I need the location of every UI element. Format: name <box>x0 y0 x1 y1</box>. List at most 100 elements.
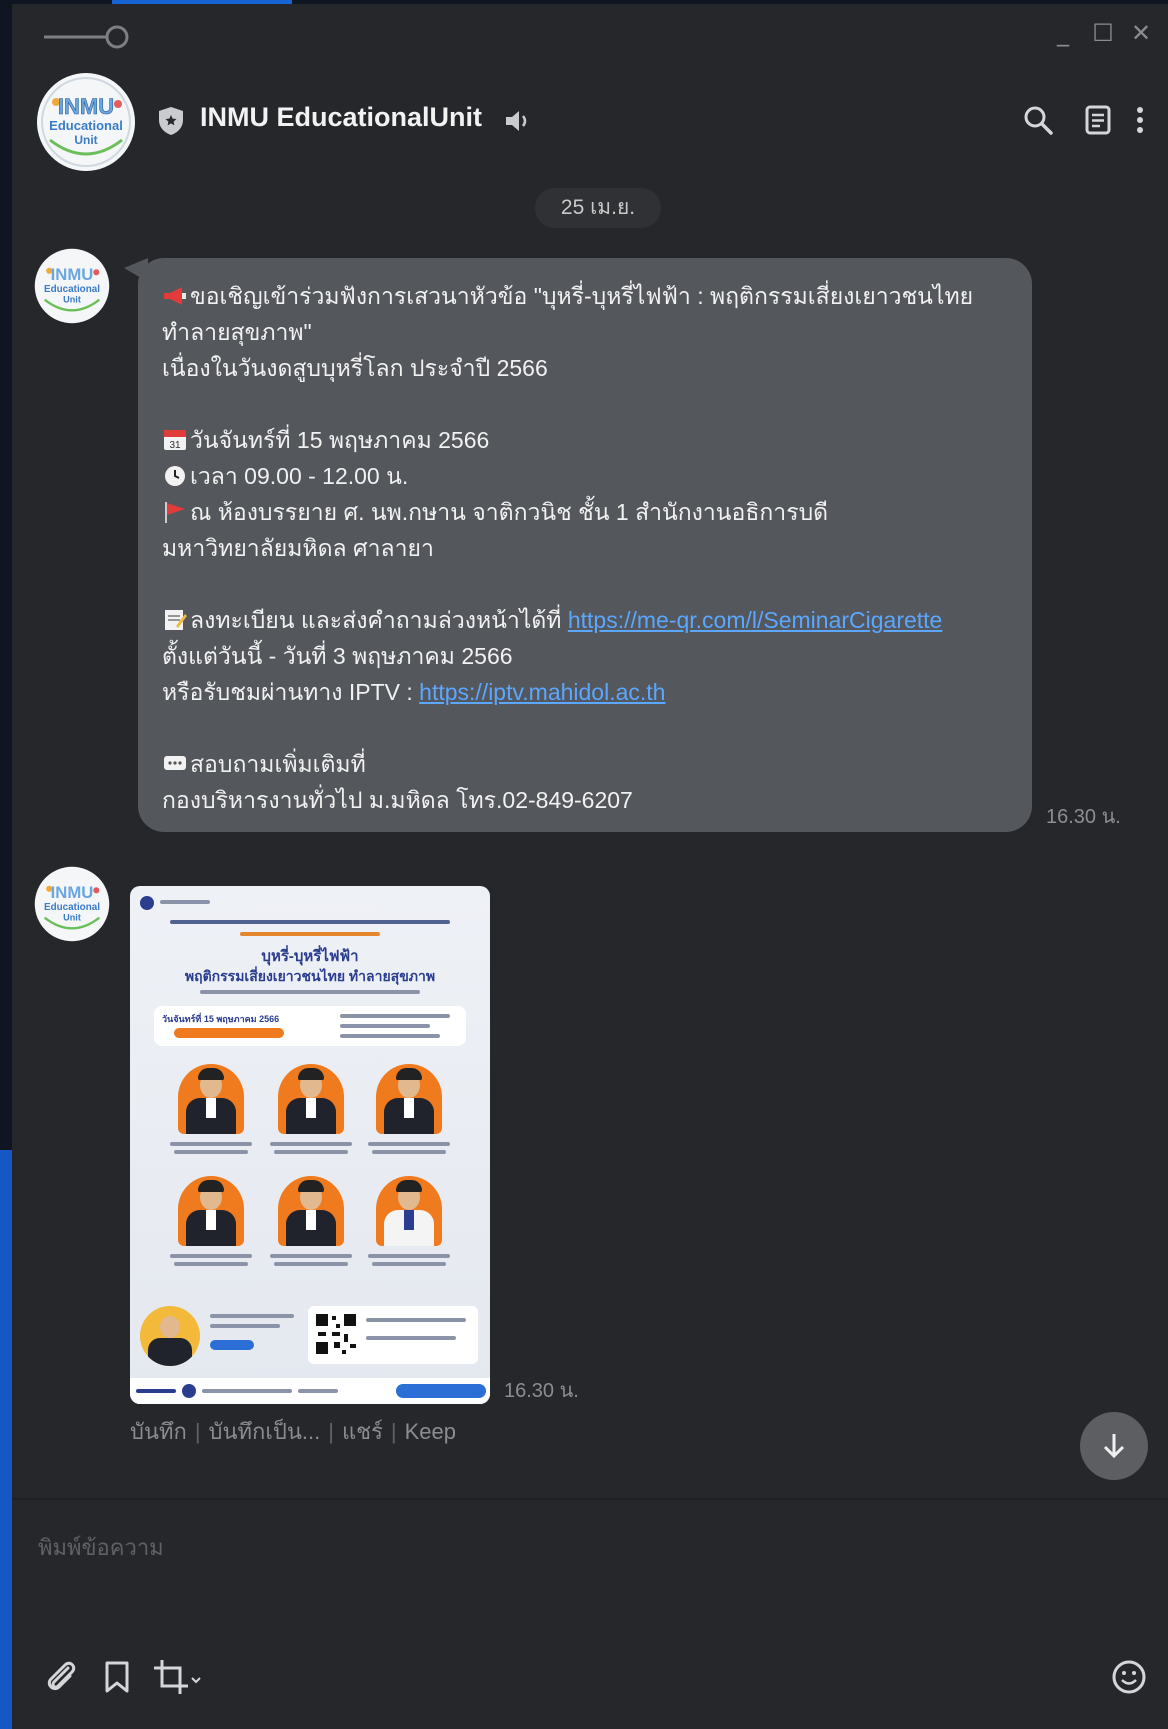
message-line: ทำลายสุขภาพ" <box>162 319 312 345</box>
poster-text-line <box>170 1142 252 1146</box>
scroll-to-bottom-button[interactable] <box>1080 1412 1148 1480</box>
poster-text-line <box>210 1314 294 1318</box>
message-line: สอบถามเพิ่มเติมที่ <box>162 746 1012 782</box>
save-as-action[interactable]: บันทึกเป็น... <box>209 1419 321 1444</box>
poster-text-line <box>202 1389 292 1393</box>
poster-text-line <box>372 1262 446 1266</box>
message-line: ขอเชิญเข้าร่วมฟังการเสวนาหัวข้อ "บุหรี่-… <box>162 278 1012 314</box>
university-logo <box>140 896 154 910</box>
minimize-button[interactable]: _ <box>1046 16 1080 50</box>
poster-text-line <box>170 1254 252 1258</box>
message-input[interactable]: พิมพ์ข้อความ <box>38 1530 164 1565</box>
iptv-link[interactable]: https://iptv.mahidol.ac.th <box>419 679 665 705</box>
poster-text-line <box>368 1254 450 1258</box>
registration-link[interactable]: https://me-qr.com/l/SeminarCigarette <box>568 607 943 633</box>
keep-action[interactable]: Keep <box>405 1419 456 1444</box>
poster-text-line <box>270 1142 352 1146</box>
speaker-photo <box>278 1064 344 1134</box>
save-action[interactable]: บันทึก <box>130 1419 187 1444</box>
close-button[interactable]: ✕ <box>1124 16 1158 50</box>
poster-text-line <box>174 1262 248 1266</box>
message-line: 31 วันจันทร์ที่ 15 พฤษภาคม 2566 <box>162 422 1012 458</box>
avatar-text-1: INMU <box>58 94 114 119</box>
group-avatar[interactable]: INMU Educational Unit <box>36 72 136 172</box>
avatar-text-2: Educational <box>49 118 123 133</box>
avatar-text-2: Educational <box>44 902 100 913</box>
message-line: ณ ห้องบรรยาย ศ. นพ.กษาน จาติกวนิช ชั้น 1… <box>162 494 1012 530</box>
message-line: หรือรับชมผ่านทาง IPTV : https://iptv.mah… <box>162 679 666 705</box>
poster-text-line <box>174 1150 248 1154</box>
screenshot-crop-icon[interactable] <box>152 1658 202 1696</box>
message-composer[interactable]: พิมพ์ข้อความ <box>12 1498 1168 1729</box>
image-actions: บันทึก | บันทึกเป็น... | แชร์ | Keep <box>130 1419 456 1444</box>
megaphone-icon <box>164 287 186 305</box>
chat-header: INMU Educational Unit INMU EducationalUn… <box>12 60 1168 190</box>
poster-text-line <box>298 1389 338 1393</box>
speaker-photo <box>376 1064 442 1134</box>
poster-footer-logo <box>182 1384 196 1398</box>
speaker-photo <box>278 1176 344 1246</box>
chat-title: INMU EducationalUnit <box>200 102 482 132</box>
poster-text-line <box>366 1336 456 1340</box>
pin-icon[interactable] <box>44 22 134 52</box>
clock-icon <box>165 466 185 486</box>
poster-date: วันจันทร์ที่ 15 พฤษภาคม 2566 <box>162 1014 280 1024</box>
attach-icon[interactable] <box>42 1658 80 1696</box>
search-icon[interactable] <box>1020 102 1056 138</box>
memo-icon <box>165 610 187 630</box>
poster-text-line <box>340 1024 430 1028</box>
poster-text-line <box>368 1142 450 1146</box>
poster-title-2: พฤติกรรมเสี่ยงเยาวชนไทย ทำลายสุขภาพ <box>184 968 436 984</box>
poster-text-line <box>240 932 380 936</box>
poster-text-line <box>372 1150 446 1154</box>
calendar-icon: 31 <box>164 430 186 451</box>
avatar-text-1: INMU <box>51 883 94 902</box>
message-line: ตั้งแต่วันนี้ - วันที่ 3 พฤษภาคม 2566 <box>162 643 513 669</box>
poster-image[interactable]: บุหรี่-บุหรี่ไฟฟ้า พฤติกรรมเสี่ยงเยาวชนไ… <box>130 886 490 1404</box>
message-time: 16.30 น. <box>1046 806 1121 828</box>
poster-time-pill <box>174 1028 284 1038</box>
notes-icon[interactable] <box>1080 102 1116 138</box>
poster-footer-badge <box>396 1384 486 1398</box>
more-menu-icon[interactable] <box>1130 102 1150 138</box>
message-time: 16.30 น. <box>504 1380 579 1402</box>
message-bubble[interactable]: ขอเชิญเข้าร่วมฟังการเสวนาหัวข้อ "บุหรี่-… <box>138 258 1032 832</box>
emoji-icon[interactable] <box>1110 1658 1148 1696</box>
sender-avatar[interactable]: INMU Educational Unit <box>34 248 110 324</box>
poster-text-line <box>274 1150 348 1154</box>
date-separator: 25 เม.ย. <box>535 188 661 228</box>
speaker-icon <box>506 111 527 131</box>
message-line: เนื่องในวันงดสูบบุหรี่โลก ประจำปี 2566 <box>162 355 548 381</box>
avatar-text-3: Unit <box>74 133 97 147</box>
poster-text-line <box>160 900 210 904</box>
flag-icon <box>165 502 185 523</box>
bookmark-icon[interactable] <box>98 1658 136 1696</box>
poster-text-line <box>340 1034 440 1038</box>
poster-date-box: วันจันทร์ที่ 15 พฤษภาคม 2566 <box>154 1006 466 1046</box>
avatar-text-2: Educational <box>44 284 100 295</box>
poster-text-line <box>136 1389 176 1393</box>
qr-code-icon <box>314 1312 358 1356</box>
sender-avatar[interactable]: INMU Educational Unit <box>34 866 110 942</box>
message-line: กองบริหารงานทั่วไป ม.มหิดล โทร.02-849-62… <box>162 787 633 813</box>
poster-text-line <box>270 1254 352 1258</box>
avatar-text-1: INMU <box>51 265 94 284</box>
poster-text-line <box>170 920 450 924</box>
avatar-text-3: Unit <box>63 913 81 923</box>
title-bar: _ ☐ ✕ <box>12 4 1168 60</box>
chat-window: _ ☐ ✕ INMU Educational Unit INMU Educati… <box>12 4 1168 1729</box>
svg-text:31: 31 <box>169 440 181 451</box>
speaker-photo <box>178 1064 244 1134</box>
avatar-text-3: Unit <box>63 295 81 305</box>
poster-text-line <box>366 1318 466 1322</box>
share-action[interactable]: แชร์ <box>342 1419 383 1444</box>
poster-text-line <box>200 990 420 994</box>
poster-title-1: บุหรี่-บุหรี่ไฟฟ้า <box>261 948 359 965</box>
poster-qr-box <box>308 1306 478 1364</box>
speech-bubble-icon <box>164 756 186 770</box>
maximize-button[interactable]: ☐ <box>1086 16 1120 50</box>
poster-footer <box>130 1378 490 1404</box>
poster-text-line <box>210 1324 280 1328</box>
